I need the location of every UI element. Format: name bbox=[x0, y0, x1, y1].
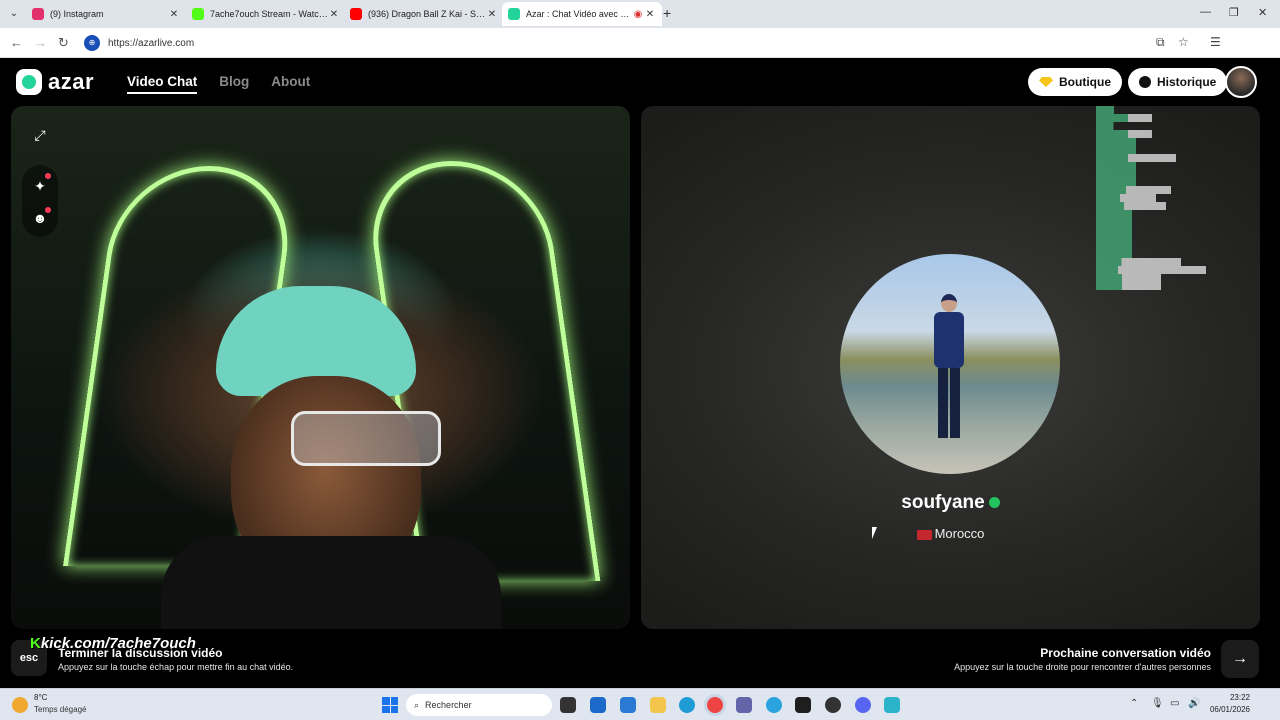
logo-wordmark: azar bbox=[48, 69, 95, 94]
discord-icon[interactable] bbox=[855, 697, 871, 713]
streamer-glasses bbox=[291, 411, 441, 466]
tab-title: 7ache7ouch Stream - Watch Live bbox=[210, 9, 328, 19]
azar-logo-icon bbox=[16, 69, 42, 95]
app-icon[interactable] bbox=[884, 697, 900, 713]
profile-avatar[interactable] bbox=[1225, 66, 1257, 98]
chrome-icon[interactable] bbox=[707, 697, 723, 713]
peer-country-text: Morocco bbox=[934, 526, 985, 541]
install-app-icon[interactable]: ⧉ bbox=[1156, 35, 1165, 50]
recording-icon: ◉ bbox=[633, 8, 643, 20]
close-tab-icon[interactable]: ✕ bbox=[328, 9, 340, 20]
maximize-window-icon[interactable]: ❐ bbox=[1229, 6, 1239, 19]
nav-about[interactable]: About bbox=[271, 74, 310, 94]
browser-tab-strip: ⌄ (9) Instagram ✕ 7ache7ouch Stream - Wa… bbox=[0, 0, 1280, 28]
taskbar-date[interactable]: 06/01/2026 bbox=[1206, 705, 1250, 714]
tab-title: (9) Instagram bbox=[50, 9, 104, 19]
gem-icon bbox=[1039, 77, 1053, 87]
taskbar-search[interactable]: ⌕ Rechercher bbox=[406, 694, 552, 716]
show-hidden-icons-chevron-icon[interactable]: ⌃ bbox=[1130, 698, 1138, 709]
windows-start-icon[interactable] bbox=[382, 697, 398, 713]
azar-favicon-icon bbox=[508, 8, 520, 20]
next-chat-hint: Appuyez sur la touche droite pour rencon… bbox=[954, 662, 1211, 672]
url-text[interactable]: https://azarlive.com bbox=[108, 38, 194, 49]
network-icon[interactable]: ▭ bbox=[1170, 698, 1179, 709]
forward-arrow-icon[interactable]: → bbox=[34, 35, 47, 50]
tab-title: (936) Dragon Ball Z Kai - Space bbox=[368, 9, 486, 19]
peer-profile-photo bbox=[840, 254, 1060, 474]
mouse-cursor-icon bbox=[872, 527, 877, 539]
verified-badge-icon bbox=[988, 497, 1000, 509]
new-tab-plus-icon[interactable]: + bbox=[663, 5, 671, 21]
azar-app: azar Video Chat Blog About Boutique Hist… bbox=[0, 58, 1280, 688]
peer-name-text: soufyane bbox=[901, 492, 985, 513]
bookmark-star-icon[interactable]: ☆ bbox=[1178, 35, 1189, 49]
self-video: ⤢ ✦ ☻ bbox=[11, 106, 630, 629]
taskbar-time[interactable]: 23:22 bbox=[1226, 693, 1250, 702]
kick-logo-icon: K bbox=[30, 635, 41, 652]
tab-youtube[interactable]: (936) Dragon Ball Z Kai - Space ✕ bbox=[344, 2, 504, 26]
os-taskbar: 8°C Temps dégagé ⌕ Rechercher ⌃ 🎙 ▭ 🔊 23… bbox=[0, 688, 1280, 720]
telegram-icon[interactable] bbox=[766, 697, 782, 713]
kick-overlay-text: kick.com/7ache7ouch bbox=[40, 635, 196, 652]
task-view-icon[interactable] bbox=[560, 697, 576, 713]
peer-country: Morocco bbox=[641, 526, 1260, 541]
morocco-flag-icon bbox=[916, 529, 932, 540]
tab-kick-stream[interactable]: 7ache7ouch Stream - Watch Live ✕ bbox=[186, 2, 346, 26]
shop-button[interactable]: Boutique bbox=[1028, 68, 1122, 96]
search-placeholder: Rechercher bbox=[425, 700, 472, 710]
file-explorer-icon[interactable] bbox=[650, 697, 666, 713]
teams-icon[interactable] bbox=[736, 697, 752, 713]
outlook-icon[interactable] bbox=[620, 697, 636, 713]
browser-address-bar: ← → ↻ ⊕ https://azarlive.com ⧉ ☆ ☰ bbox=[0, 28, 1280, 58]
tab-azar[interactable]: Azar : Chat Vidéo avec de nouveaux ◉ ✕ bbox=[502, 2, 662, 26]
next-arrow-button[interactable]: → bbox=[1221, 640, 1259, 678]
weather-moon-icon[interactable] bbox=[12, 697, 28, 713]
end-chat-hint: Appuyez sur la touche échap pour mettre … bbox=[58, 662, 294, 672]
notification-dot bbox=[45, 173, 51, 179]
youtube-favicon-icon bbox=[350, 8, 362, 20]
instagram-favicon-icon bbox=[32, 8, 44, 20]
peer-name: soufyane bbox=[641, 492, 1260, 514]
weather-description[interactable]: Temps dégagé bbox=[34, 705, 86, 714]
volume-icon[interactable]: 🔊 bbox=[1188, 698, 1200, 709]
peer-video: soufyane Morocco bbox=[641, 106, 1260, 629]
nav-blog[interactable]: Blog bbox=[219, 74, 249, 94]
edge-icon[interactable] bbox=[679, 697, 695, 713]
shop-label: Boutique bbox=[1059, 75, 1111, 89]
nav-video-chat[interactable]: Video Chat bbox=[127, 74, 198, 94]
close-window-icon[interactable]: ✕ bbox=[1258, 6, 1267, 19]
clock-icon bbox=[1139, 76, 1151, 88]
app-icon[interactable] bbox=[825, 697, 841, 713]
tab-search-chevron-icon[interactable]: ⌄ bbox=[6, 6, 22, 22]
peer-figure bbox=[932, 294, 966, 444]
history-button[interactable]: Historique bbox=[1128, 68, 1228, 96]
obs-studio-icon[interactable] bbox=[795, 697, 811, 713]
reload-icon[interactable]: ↻ bbox=[58, 35, 69, 51]
main-nav: Video Chat Blog About bbox=[127, 74, 310, 94]
close-tab-icon[interactable]: ✕ bbox=[644, 9, 656, 20]
store-icon[interactable] bbox=[590, 697, 606, 713]
next-chat-title: Prochaine conversation vidéo bbox=[1040, 646, 1211, 660]
notification-dot bbox=[45, 207, 51, 213]
kick-stream-overlay: Kkick.com/7ache7ouch bbox=[30, 635, 196, 652]
effects-toolbar: ✦ ☻ bbox=[22, 165, 58, 237]
back-arrow-icon[interactable]: ← bbox=[10, 35, 23, 50]
expand-view-icon[interactable]: ⤢ bbox=[27, 122, 53, 148]
tab-instagram[interactable]: (9) Instagram ✕ bbox=[26, 2, 186, 26]
weather-temperature[interactable]: 8°C bbox=[34, 693, 47, 702]
tab-title: Azar : Chat Vidéo avec de nouveaux bbox=[526, 9, 632, 19]
history-label: Historique bbox=[1157, 75, 1217, 89]
close-tab-icon[interactable]: ✕ bbox=[168, 9, 180, 20]
site-info-icon[interactable]: ⊕ bbox=[84, 35, 100, 51]
close-tab-icon[interactable]: ✕ bbox=[486, 9, 498, 20]
stream-chat-overlay bbox=[1096, 106, 1256, 306]
minimize-window-icon[interactable]: — bbox=[1200, 6, 1211, 18]
url-omnibox[interactable]: ⊕ https://azarlive.com bbox=[80, 32, 1200, 54]
streamer-shoulders bbox=[161, 536, 501, 629]
kick-favicon-icon bbox=[192, 8, 204, 20]
azar-logo[interactable]: azar bbox=[16, 69, 94, 95]
search-icon: ⌕ bbox=[414, 699, 420, 710]
microphone-icon[interactable]: 🎙 bbox=[1151, 698, 1164, 709]
browser-menu-icon[interactable]: ☰ bbox=[1210, 35, 1221, 49]
